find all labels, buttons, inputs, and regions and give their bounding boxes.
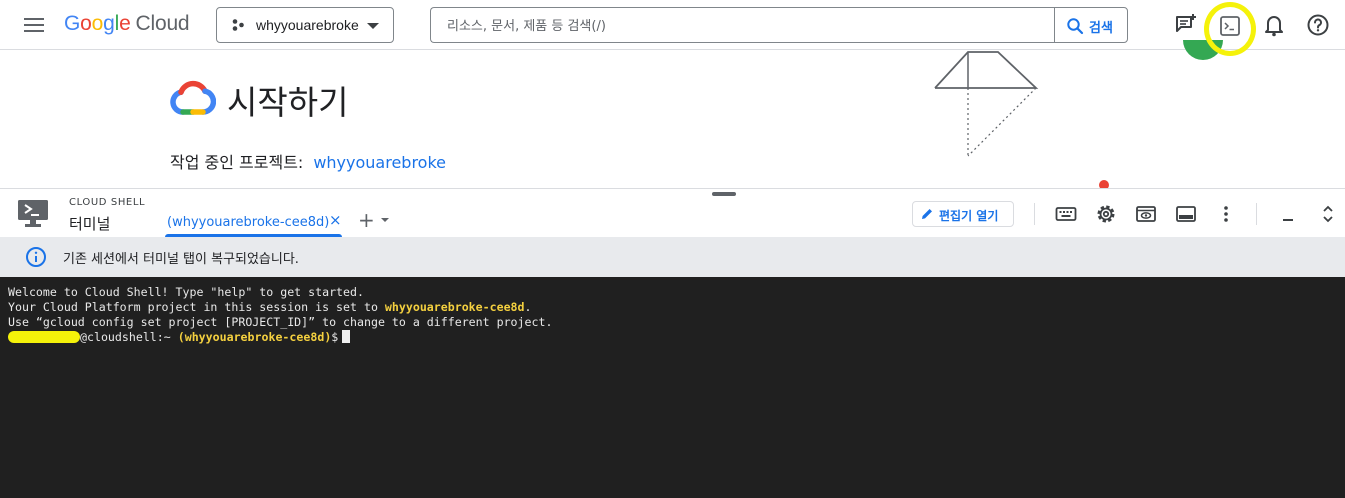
minimize-icon[interactable] xyxy=(1276,202,1300,226)
tab-menu-caret-icon[interactable] xyxy=(381,218,389,222)
working-project-line: 작업 중인 프로젝트: whyyouarebroke xyxy=(170,149,446,173)
terminal-project-id: whyyouarebroke-cee8d xyxy=(384,300,525,314)
page-title: 시작하기 xyxy=(227,83,349,122)
cloud-shell-monitor-icon xyxy=(18,200,48,227)
logo-letter: g xyxy=(103,12,115,35)
terminal-prompt-line: @cloudshell:~ (whyyouarebroke-cee8d)$ xyxy=(8,330,1345,345)
project-picker-button[interactable]: whyyouarebroke xyxy=(216,7,394,43)
prompt-host: @cloudshell:~ xyxy=(80,330,171,344)
redacted-username xyxy=(8,331,80,343)
logo-letter: G xyxy=(64,12,81,35)
caret-down-icon xyxy=(367,23,379,29)
working-project-label: 작업 중인 프로젝트: xyxy=(170,153,304,172)
close-tab-icon[interactable]: × xyxy=(329,211,342,229)
prompt-symbol: $ xyxy=(331,330,339,344)
decorative-kite-illustration xyxy=(934,51,1039,157)
search-input[interactable] xyxy=(447,16,1037,36)
logo-letter: e xyxy=(119,12,131,35)
keyboard-icon[interactable] xyxy=(1054,202,1078,226)
terminal-line: Welcome to Cloud Shell! Type "help" to g… xyxy=(8,285,364,299)
settings-gear-icon[interactable] xyxy=(1094,202,1118,226)
bell-icon[interactable] xyxy=(1261,12,1287,38)
project-picker-label: whyyouarebroke xyxy=(256,17,359,33)
notes-add-icon[interactable] xyxy=(1173,12,1199,38)
highlight-circle-annotation xyxy=(1204,2,1256,56)
info-icon xyxy=(26,247,46,267)
cloud-shell-header: CLOUD SHELL 터미널 (whyyouarebroke-cee8d) ×… xyxy=(0,188,1345,237)
terminal-output[interactable]: Welcome to Cloud Shell! Type "help" to g… xyxy=(0,277,1345,498)
toolbar-divider xyxy=(1256,203,1257,225)
search-button-label: 검색 xyxy=(1089,21,1113,36)
add-tab-button[interactable]: + xyxy=(358,208,375,232)
expand-collapse-icon[interactable] xyxy=(1316,202,1340,226)
search-icon xyxy=(1067,18,1084,35)
more-vert-icon[interactable] xyxy=(1214,202,1238,226)
terminal-cursor xyxy=(342,330,351,343)
terminal-text: . xyxy=(524,300,532,314)
info-banner-text: 기존 세션에서 터미널 탭이 복구되었습니다. xyxy=(63,252,299,267)
logo-letter: o xyxy=(91,12,104,35)
open-editor-button[interactable]: 편집기 열기 xyxy=(912,201,1014,227)
logo-letter: o xyxy=(80,12,92,35)
terminal-text: Your Cloud Platform project in this sess… xyxy=(8,300,385,314)
google-cloud-icon xyxy=(170,80,216,115)
cloud-shell-title: 터미널 xyxy=(69,215,111,233)
layout-icon[interactable] xyxy=(1174,202,1198,226)
open-editor-label: 편집기 열기 xyxy=(939,209,999,223)
hamburger-menu-icon[interactable] xyxy=(22,14,46,36)
help-icon[interactable] xyxy=(1305,12,1331,38)
terminal-tab-label: (whyyouarebroke-cee8d) xyxy=(167,215,330,230)
resize-handle[interactable] xyxy=(712,192,736,196)
logo-cloud-word: Cloud xyxy=(135,12,190,35)
working-project-link[interactable]: whyyouarebroke xyxy=(313,153,446,172)
top-bar: GoogleCloud whyyouarebroke 검색 xyxy=(0,0,1345,60)
info-banner: 기존 세션에서 터미널 탭이 복구되었습니다. xyxy=(0,237,1345,277)
toolbar-divider xyxy=(1034,203,1035,225)
terminal-line: Your Cloud Platform project in this sess… xyxy=(8,300,1345,315)
terminal-tab[interactable]: (whyyouarebroke-cee8d) × xyxy=(165,211,342,237)
google-cloud-logo[interactable]: Google Cloud xyxy=(64,12,190,36)
terminal-line: Use “gcloud config set project [PROJECT_… xyxy=(8,315,553,329)
project-dots-icon xyxy=(232,19,244,31)
cloud-shell-kicker: CLOUD SHELL xyxy=(69,197,146,208)
search-box xyxy=(430,7,1055,43)
prompt-project: (whyyouarebroke-cee8d) xyxy=(177,330,332,344)
search-button[interactable]: 검색 xyxy=(1054,7,1128,43)
web-preview-icon[interactable] xyxy=(1134,202,1158,226)
pencil-icon xyxy=(922,209,932,219)
